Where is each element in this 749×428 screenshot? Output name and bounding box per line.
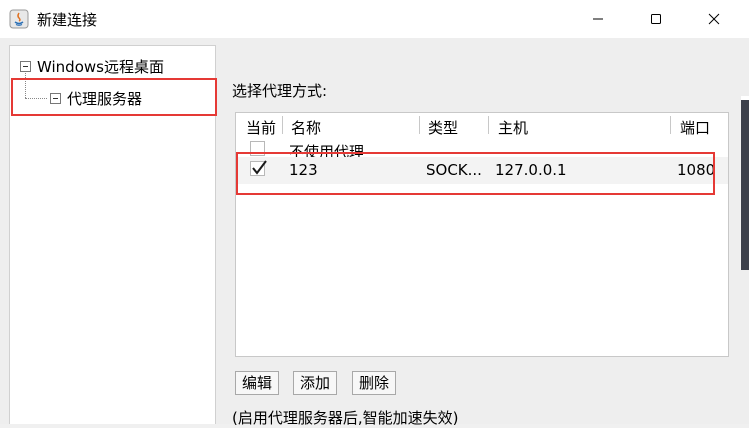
collapse-icon[interactable] <box>20 61 31 72</box>
close-button[interactable] <box>690 0 738 38</box>
table-header: 当前 名称 类型 主机 端口 <box>236 113 728 139</box>
proxy-table: 当前 名称 类型 主机 端口 不使用代理 123 SOCK... 127.0.0… <box>235 112 729 357</box>
maximize-button[interactable] <box>632 0 680 38</box>
column-header-current[interactable]: 当前 <box>246 117 276 138</box>
new-connection-window: 新建连接 Windows远程桌面 代理服务器 选择代理方式: 当前 名称 类型 … <box>0 0 749 427</box>
column-header-port[interactable]: 端口 <box>680 117 710 138</box>
title-bar: 新建连接 <box>0 0 749 38</box>
column-divider[interactable] <box>488 116 489 134</box>
column-header-type[interactable]: 类型 <box>428 117 458 138</box>
delete-button[interactable]: 删除 <box>352 371 396 395</box>
column-divider[interactable] <box>419 116 420 134</box>
column-header-host[interactable]: 主机 <box>498 117 528 138</box>
edit-button[interactable]: 编辑 <box>235 371 279 395</box>
annotation-highlight-box <box>11 78 217 116</box>
column-divider[interactable] <box>670 116 671 134</box>
column-divider[interactable] <box>282 116 283 134</box>
maximize-icon <box>651 14 661 24</box>
window-title: 新建连接 <box>37 11 98 29</box>
proxy-note: (启用代理服务器后,智能加速失效) <box>232 409 459 427</box>
java-app-icon <box>9 9 29 29</box>
add-button[interactable]: 添加 <box>293 371 337 395</box>
background-window-edge <box>741 100 749 270</box>
minimize-icon <box>593 18 603 20</box>
minimize-button[interactable] <box>574 0 622 38</box>
settings-tree: Windows远程桌面 代理服务器 <box>9 45 217 424</box>
annotation-highlight-box <box>236 152 715 195</box>
tree-node-windows-remote-desktop[interactable]: Windows远程桌面 <box>20 56 164 77</box>
close-icon <box>708 13 720 25</box>
tree-node-label: Windows远程桌面 <box>37 58 164 76</box>
column-header-name[interactable]: 名称 <box>291 117 321 138</box>
proxy-mode-label: 选择代理方式: <box>232 82 328 100</box>
